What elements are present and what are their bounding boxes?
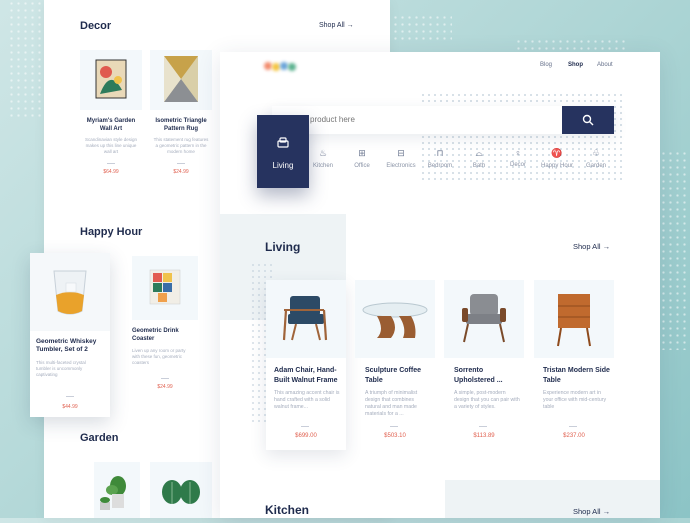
arrow-right-icon: → xyxy=(602,507,611,516)
product-desc: This multi-faceted crystal tumbler is un… xyxy=(36,360,86,377)
product-desc: A simple, post-modern design that you ca… xyxy=(454,390,520,410)
armchair-icon xyxy=(277,137,289,148)
nav-blog[interactable]: Blog xyxy=(540,62,552,68)
chair-image xyxy=(282,296,328,341)
product-image-upholstered-chair xyxy=(444,280,524,358)
product-price: $44.99 xyxy=(62,404,78,410)
arrow-right-icon: → xyxy=(602,242,611,251)
product-price: $64.99 xyxy=(103,169,119,175)
product-image-coffee-table xyxy=(355,280,435,358)
product-image-wall-art[interactable] xyxy=(80,50,142,110)
product-image-side-table xyxy=(534,280,614,358)
divider xyxy=(177,163,185,164)
category-electronics[interactable]: ⊟ Electronics xyxy=(381,148,421,169)
category-bath[interactable]: ⌓ Bath xyxy=(459,148,499,169)
upholstered-chair-image xyxy=(462,294,506,343)
divider xyxy=(107,163,115,164)
plant-icon: ♧ xyxy=(591,148,601,158)
coffee-table-image xyxy=(362,302,428,338)
category-garden[interactable]: ♧ Garden xyxy=(576,148,616,169)
product-name[interactable]: Sorrento Upholstered ... xyxy=(454,366,524,386)
pot-icon: ♨ xyxy=(318,148,328,158)
product-name[interactable]: Adam Chair, Hand-Built Walnut Frame xyxy=(274,366,346,386)
product-name[interactable]: Isometric Triangle Pattern Rug xyxy=(150,117,212,133)
product-name[interactable]: Geometric Whiskey Tumbler, Set of 2 xyxy=(36,338,106,354)
side-table-image xyxy=(557,294,591,347)
divider xyxy=(569,426,577,427)
product-image-monstera[interactable] xyxy=(150,462,212,518)
divider xyxy=(479,426,487,427)
coaster-image xyxy=(149,269,181,305)
category-bedroom[interactable]: ⊓ Bedroom xyxy=(420,148,460,169)
monstera-image xyxy=(162,480,200,504)
living-section-title: Living xyxy=(265,240,301,254)
decor-section-title: Decor xyxy=(80,20,112,32)
kitchen-shop-all-link[interactable]: Shop All → xyxy=(573,507,610,516)
section-band xyxy=(445,480,660,518)
product-desc: A triumph of minimalist design that comb… xyxy=(365,390,418,417)
product-desc: Liven up any room or party with these fu… xyxy=(132,348,186,365)
product-name[interactable]: Tristan Modern Side Table xyxy=(543,366,613,386)
bathtub-icon: ⌓ xyxy=(475,148,483,158)
divider xyxy=(390,426,398,427)
bed-icon: ⊓ xyxy=(436,148,444,158)
product-price: $24.99 xyxy=(173,169,189,175)
nav-about[interactable]: About xyxy=(597,62,613,68)
product-name[interactable]: Sculpture Coffee Table xyxy=(365,366,435,386)
product-card-adam-chair[interactable] xyxy=(266,280,346,450)
search-icon xyxy=(582,114,594,126)
wall-art-image xyxy=(95,59,127,99)
product-desc: Scandinavian style design makes up this … xyxy=(84,137,138,154)
desk-icon: ⊞ xyxy=(358,148,366,158)
product-image-coaster[interactable] xyxy=(132,256,198,320)
product-card-whiskey-tumbler[interactable]: Geometric Whiskey Tumbler, Set of 2 This… xyxy=(30,253,110,417)
product-name[interactable]: Geometric Drink Coaster xyxy=(132,327,198,343)
product-name[interactable]: Myriam's Garden Wall Art xyxy=(80,117,142,133)
living-shop-all-link[interactable]: Shop All → xyxy=(573,242,610,251)
garden-section-title: Garden xyxy=(80,432,119,444)
arrow-right-icon: → xyxy=(346,22,354,29)
search-button[interactable] xyxy=(562,106,614,134)
plant-image xyxy=(100,476,126,510)
radio-icon: ⊟ xyxy=(397,148,405,158)
category-living[interactable]: Living xyxy=(257,115,309,188)
product-image-tumbler xyxy=(30,253,110,331)
decor-shop-all-link[interactable]: Shop All → xyxy=(319,22,354,29)
product-desc: Experience modern art in your office wit… xyxy=(543,390,607,410)
divider xyxy=(66,396,74,397)
product-desc: This statement rug features a geometric … xyxy=(153,137,209,154)
product-price: $24.99 xyxy=(157,384,173,390)
product-image-rug[interactable] xyxy=(150,50,212,110)
product-price: $699.00 xyxy=(295,433,317,439)
brand-logo[interactable] xyxy=(264,62,296,72)
category-happy-hour[interactable]: ♈ Happy Hour xyxy=(537,148,577,169)
glass-icon: ♈ xyxy=(551,148,563,158)
category-office[interactable]: ⊞ Office xyxy=(342,148,382,169)
divider xyxy=(161,378,169,379)
product-desc: This amazing accent chair is hand crafte… xyxy=(274,390,340,410)
search-bar[interactable] xyxy=(272,106,614,134)
category-label: Living xyxy=(272,161,294,170)
tumbler-image xyxy=(53,270,87,315)
product-price: $237.00 xyxy=(563,433,585,439)
lamp-icon: ♀ xyxy=(514,148,522,158)
happy-hour-section-title: Happy Hour xyxy=(80,226,143,238)
product-image-plant[interactable] xyxy=(94,462,140,518)
product-price: $503.10 xyxy=(384,433,406,439)
product-price: $113.89 xyxy=(473,433,495,439)
kitchen-section-title: Kitchen xyxy=(265,503,310,517)
divider xyxy=(301,426,309,427)
nav-shop[interactable]: Shop xyxy=(568,62,583,68)
search-input[interactable] xyxy=(308,114,562,125)
rug-image xyxy=(164,56,198,102)
product-image-chair xyxy=(266,280,346,358)
category-kitchen[interactable]: ♨ Kitchen xyxy=(303,148,343,169)
category-decor[interactable]: ♀ Decor xyxy=(498,148,538,168)
